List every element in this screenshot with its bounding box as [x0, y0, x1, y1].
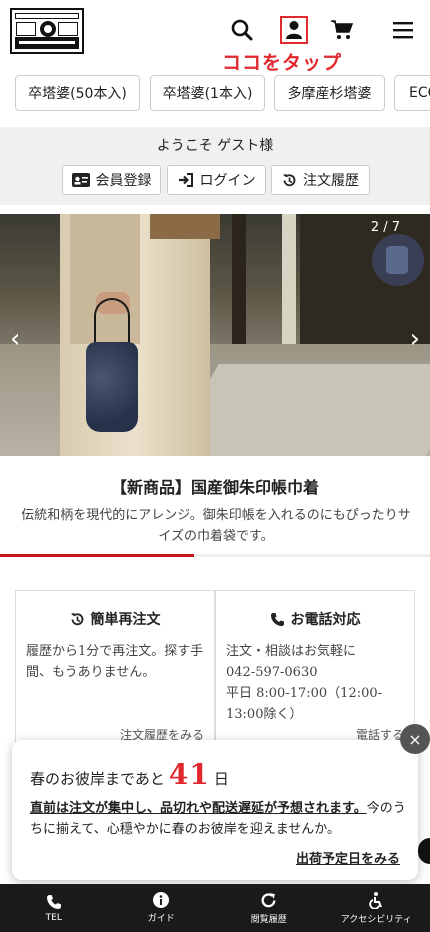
phone-icon [46, 894, 61, 909]
phone-card: お電話対応 注文・相談はお気軽に 042-597-0630 平日 8:00-17… [215, 590, 415, 750]
countdown-suffix: 日 [213, 770, 229, 788]
tap-here-label: ココをタップ [222, 52, 343, 74]
nav-guide[interactable]: ガイド [108, 884, 216, 932]
search-icon[interactable] [229, 16, 255, 44]
higan-countdown-popup: 春のお彼岸まであと 41 日 直前は注文が集中し、品切れや配送遅延が予想されます… [12, 740, 418, 880]
countdown-days: 41 [168, 758, 210, 791]
menu-icon[interactable] [390, 16, 416, 44]
hero-slider[interactable]: 2 / 7 ‹ › [0, 214, 430, 456]
welcome-greeting: ようこそ ゲスト様 [156, 138, 274, 154]
phone-title: お電話対応 [290, 612, 361, 628]
category-chips: 卒塔婆(50本入) 卒塔婆(1本入) 多摩産杉塔婆 ECO [0, 75, 430, 115]
slide-counter: 2 / 7 [370, 220, 400, 235]
product-description: 伝統和柄を現代的にアレンジ。御朱印帳を入れるのにもぴったりサイズの巾着袋です。 [21, 508, 411, 544]
welcome-bar: ようこそ ゲスト様 会員登録 ログイン 注文履歴 [0, 127, 430, 205]
phone-number[interactable]: 042-597-0630 [226, 662, 408, 683]
prev-arrow-icon[interactable]: ‹ [10, 324, 20, 354]
countdown-prefix: 春のお彼岸まであと [30, 770, 165, 788]
phone-hours: 平日 8:00-17:00（12:00-13:00除く） [226, 686, 383, 722]
nav-accessibility-label: アクセシビリティ [340, 914, 412, 925]
product-image-bag [86, 342, 138, 432]
nav-tel-label: TEL [45, 912, 62, 923]
category-chip[interactable]: ECO [394, 75, 430, 111]
account-icon[interactable] [280, 16, 308, 44]
logo[interactable] [10, 8, 84, 54]
login-icon [178, 173, 193, 187]
register-label: 会員登録 [95, 173, 152, 189]
refresh-icon [261, 892, 276, 907]
nav-history[interactable]: 閲覧履歴 [215, 884, 323, 932]
nav-accessibility[interactable]: アクセシビリティ [323, 884, 430, 932]
phone-body-line: 注文・相談はお気軽に [226, 644, 357, 659]
delay-warning: 直前は注文が集中し、品切れや配送遅延が予想されます。 [30, 801, 367, 816]
bottom-nav: TEL ガイド 閲覧履歴 アクセシビリティ [0, 884, 430, 932]
nav-history-label: 閲覧履歴 [250, 914, 287, 925]
id-card-icon [71, 173, 90, 187]
login-button[interactable]: ログイン [167, 165, 266, 195]
next-arrow-icon[interactable]: › [410, 324, 420, 354]
category-chip[interactable]: 多摩産杉塔婆 [274, 75, 385, 111]
phone-icon [270, 612, 284, 626]
slide-thumbnail[interactable] [372, 234, 424, 286]
product-title[interactable]: 【新商品】国産御朱印帳巾着 [0, 474, 430, 498]
category-chip[interactable]: 卒塔婆(50本入) [15, 75, 140, 111]
side-tab[interactable] [418, 838, 430, 864]
close-icon[interactable]: × [400, 724, 430, 754]
order-history-label: 注文履歴 [303, 173, 359, 189]
reorder-card: 簡単再注文 履歴から1分で再注文。探す手間、もうありません。 注文履歴をみる [15, 590, 215, 750]
category-chip[interactable]: 卒塔婆(1本入) [150, 75, 265, 111]
slider-progress-fill [0, 554, 194, 557]
header: ココをタップ [0, 0, 430, 74]
info-icon [153, 892, 170, 908]
order-history-button[interactable]: 注文履歴 [271, 165, 370, 195]
register-button[interactable]: 会員登録 [62, 165, 161, 195]
nav-guide-label: ガイド [147, 914, 175, 924]
shipping-schedule-link[interactable]: 出荷予定日をみる [296, 848, 400, 867]
reorder-body: 履歴から1分で再注文。探す手間、もうありません。 [26, 644, 204, 680]
history-icon [70, 612, 83, 625]
slider-progress [0, 554, 430, 557]
login-label: ログイン [199, 173, 256, 189]
accessibility-icon [369, 891, 383, 909]
reorder-title: 簡単再注文 [90, 612, 161, 628]
history-icon [283, 173, 296, 186]
nav-tel[interactable]: TEL [0, 884, 108, 932]
cart-icon[interactable] [329, 16, 355, 44]
